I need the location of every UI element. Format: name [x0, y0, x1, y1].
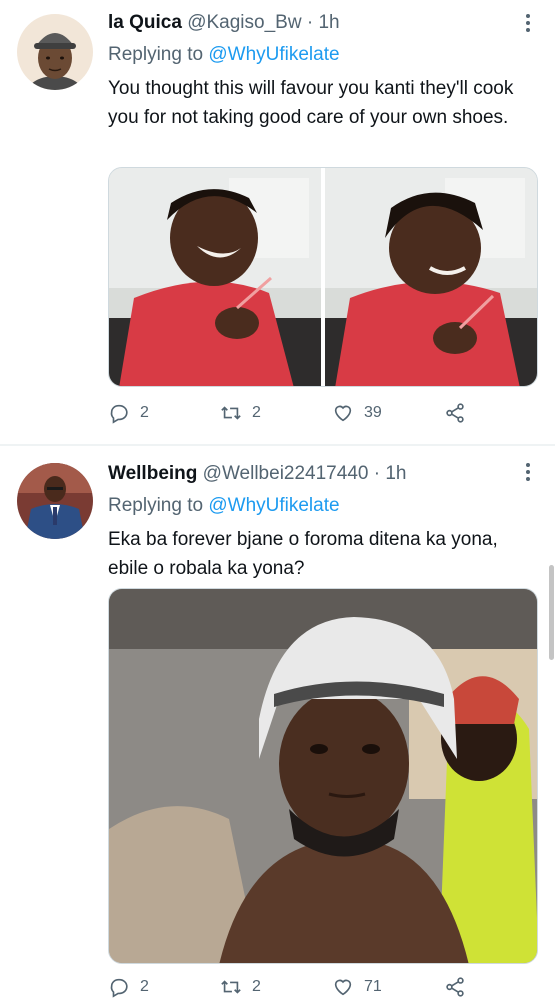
tweet-actions: 2 2 71 [108, 976, 540, 1000]
tweet-header: la Quica @Kagiso_Bw · 1h [108, 12, 340, 34]
reply-count: 2 [140, 404, 149, 421]
share-button[interactable] [444, 976, 466, 998]
more-vertical-icon[interactable] [525, 463, 531, 483]
retweet-icon [221, 980, 241, 994]
media-image-right[interactable] [324, 168, 538, 386]
reply-button[interactable]: 2 [108, 976, 149, 998]
replying-prefix: Replying to [108, 495, 204, 516]
share-icon [446, 977, 464, 997]
share-icon [446, 403, 464, 423]
dot-separator: · [373, 463, 381, 484]
reply-count: 2 [140, 978, 149, 995]
tweet-time[interactable]: 1h [318, 12, 339, 33]
tweet-text: You thought this will favour you kanti t… [108, 78, 514, 128]
heart-icon [334, 405, 352, 422]
retweet-icon [221, 406, 241, 420]
tweet-text: Eka ba forever bjane o foroma ditena ka … [108, 529, 498, 579]
tweet-actions: 2 2 39 [108, 402, 540, 432]
display-name[interactable]: la Quica [108, 12, 182, 33]
retweet-button[interactable]: 2 [220, 976, 261, 998]
scrollbar[interactable] [549, 565, 554, 660]
tweet-media[interactable] [108, 588, 538, 964]
reply-bubble-icon [110, 404, 128, 424]
avatar[interactable] [17, 463, 93, 539]
tweet-divider [0, 444, 555, 446]
dot-separator: · [306, 12, 314, 33]
tweet-media[interactable] [108, 167, 538, 387]
retweet-button[interactable]: 2 [220, 402, 261, 424]
more-vertical-icon[interactable] [525, 14, 531, 34]
like-button[interactable]: 39 [332, 402, 382, 424]
like-button[interactable]: 71 [332, 976, 382, 998]
user-handle[interactable]: @Wellbei22417440 [203, 463, 369, 484]
tweet[interactable]: Wellbeing @Wellbei22417440 · 1h Replying… [0, 447, 555, 1000]
media-image[interactable] [109, 589, 538, 964]
retweet-count: 2 [252, 404, 261, 421]
reply-button[interactable]: 2 [108, 402, 149, 424]
replying-prefix: Replying to [108, 44, 204, 65]
share-button[interactable] [444, 402, 466, 424]
tweet-time[interactable]: 1h [385, 463, 406, 484]
media-image-left[interactable] [109, 168, 322, 386]
replying-to-link[interactable]: @WhyUfikelate [208, 44, 339, 65]
tweet[interactable]: la Quica @Kagiso_Bw · 1h Replying to @Wh… [0, 0, 555, 446]
avatar[interactable] [17, 14, 93, 90]
replying-to-link[interactable]: @WhyUfikelate [208, 495, 339, 516]
replying-to: Replying to @WhyUfikelate [108, 495, 340, 517]
like-count: 39 [364, 404, 382, 421]
retweet-count: 2 [252, 978, 261, 995]
display-name[interactable]: Wellbeing [108, 463, 197, 484]
replying-to: Replying to @WhyUfikelate [108, 44, 340, 66]
user-handle[interactable]: @Kagiso_Bw [187, 12, 301, 33]
like-count: 71 [364, 978, 382, 995]
reply-bubble-icon [110, 978, 128, 998]
tweet-header: Wellbeing @Wellbei22417440 · 1h [108, 463, 406, 485]
heart-icon [334, 979, 352, 996]
